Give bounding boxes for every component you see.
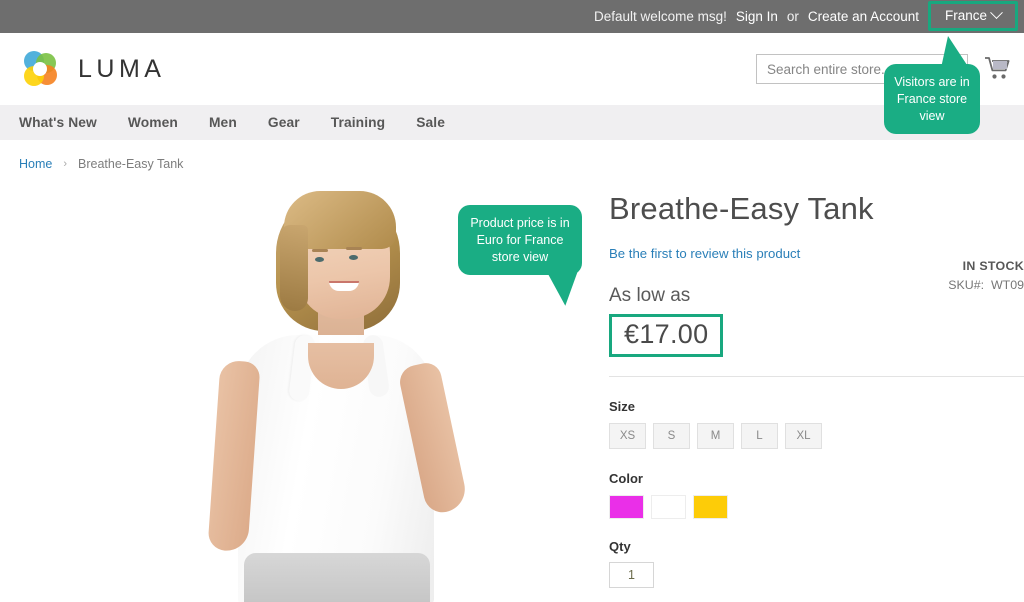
sku-info: SKU#: WT09 [948, 278, 1024, 292]
size-label: Size [609, 399, 636, 414]
qty-label: Qty [609, 539, 631, 554]
size-swatch-s[interactable]: S [653, 423, 690, 449]
or-text: or [786, 9, 799, 24]
breadcrumb-home-link[interactable]: Home [19, 157, 52, 171]
logo[interactable]: LUMA [19, 48, 165, 90]
nav-item-whats-new[interactable]: What's New [19, 115, 115, 130]
sku-value: WT09 [990, 278, 1024, 292]
search-placeholder: Search entire store... [767, 61, 893, 77]
color-swatches [609, 495, 1024, 519]
main-navigation: What's New Women Men Gear Training Sale [0, 105, 1024, 140]
size-swatch-m[interactable]: M [697, 423, 734, 449]
create-account-link[interactable]: Create an Account [808, 9, 919, 24]
color-label: Color [609, 471, 643, 486]
top-utility-bar: Default welcome msg! Sign In or Create a… [0, 0, 1024, 33]
shopping-cart-icon[interactable] [984, 56, 1012, 82]
sku-label: SKU#: [948, 278, 985, 292]
product-photo-model [180, 185, 480, 602]
nav-item-gear[interactable]: Gear [268, 115, 318, 130]
color-swatch-yellow[interactable] [693, 495, 728, 519]
breadcrumb: Home › Breathe-Easy Tank [0, 140, 1024, 171]
qty-value: 1 [628, 568, 635, 582]
logo-text: LUMA [78, 54, 166, 83]
product-price: €17.00 [624, 319, 709, 349]
nav-item-men[interactable]: Men [209, 115, 255, 130]
store-view-callout: Visitors are in France store view [884, 64, 980, 134]
store-switcher-label: France [944, 8, 987, 23]
size-swatch-xs[interactable]: XS [609, 423, 646, 449]
size-swatch-l[interactable]: L [741, 423, 778, 449]
review-link[interactable]: Be the first to review this product [609, 246, 800, 261]
color-swatch-magenta[interactable] [609, 495, 644, 519]
luma-logo-icon [19, 48, 61, 90]
product-info: Breathe-Easy Tank Be the first to review… [609, 185, 1024, 602]
nav-item-women[interactable]: Women [128, 115, 196, 130]
color-swatch-white[interactable] [651, 495, 686, 519]
chevron-down-icon [990, 6, 1003, 20]
welcome-message: Default welcome msg! [594, 9, 727, 24]
breadcrumb-current: Breathe-Easy Tank [78, 157, 184, 171]
store-switcher-highlight: France [927, 1, 1018, 31]
nav-item-training[interactable]: Training [331, 115, 403, 130]
nav-item-sale[interactable]: Sale [416, 115, 463, 130]
status-badge: IN STOCK [962, 259, 1024, 273]
breadcrumb-separator-icon: › [63, 158, 68, 170]
site-header: LUMA Search entire store... [0, 33, 1024, 105]
price-currency-callout: Product price is in Euro for France stor… [458, 205, 582, 275]
stock-info: IN STOCK SKU#: WT09 [948, 259, 1024, 292]
qty-input[interactable]: 1 [609, 562, 654, 588]
divider [609, 376, 1024, 377]
price-highlight-box: €17.00 [609, 314, 724, 357]
product-page: Default welcome msg! Sign In or Create a… [0, 0, 1024, 602]
size-swatches: XS S M L XL [609, 423, 1024, 449]
sign-in-link[interactable]: Sign In [736, 9, 778, 24]
store-switcher[interactable]: France [936, 4, 1010, 28]
page-title: Breathe-Easy Tank [609, 191, 874, 226]
size-swatch-xl[interactable]: XL [785, 423, 822, 449]
